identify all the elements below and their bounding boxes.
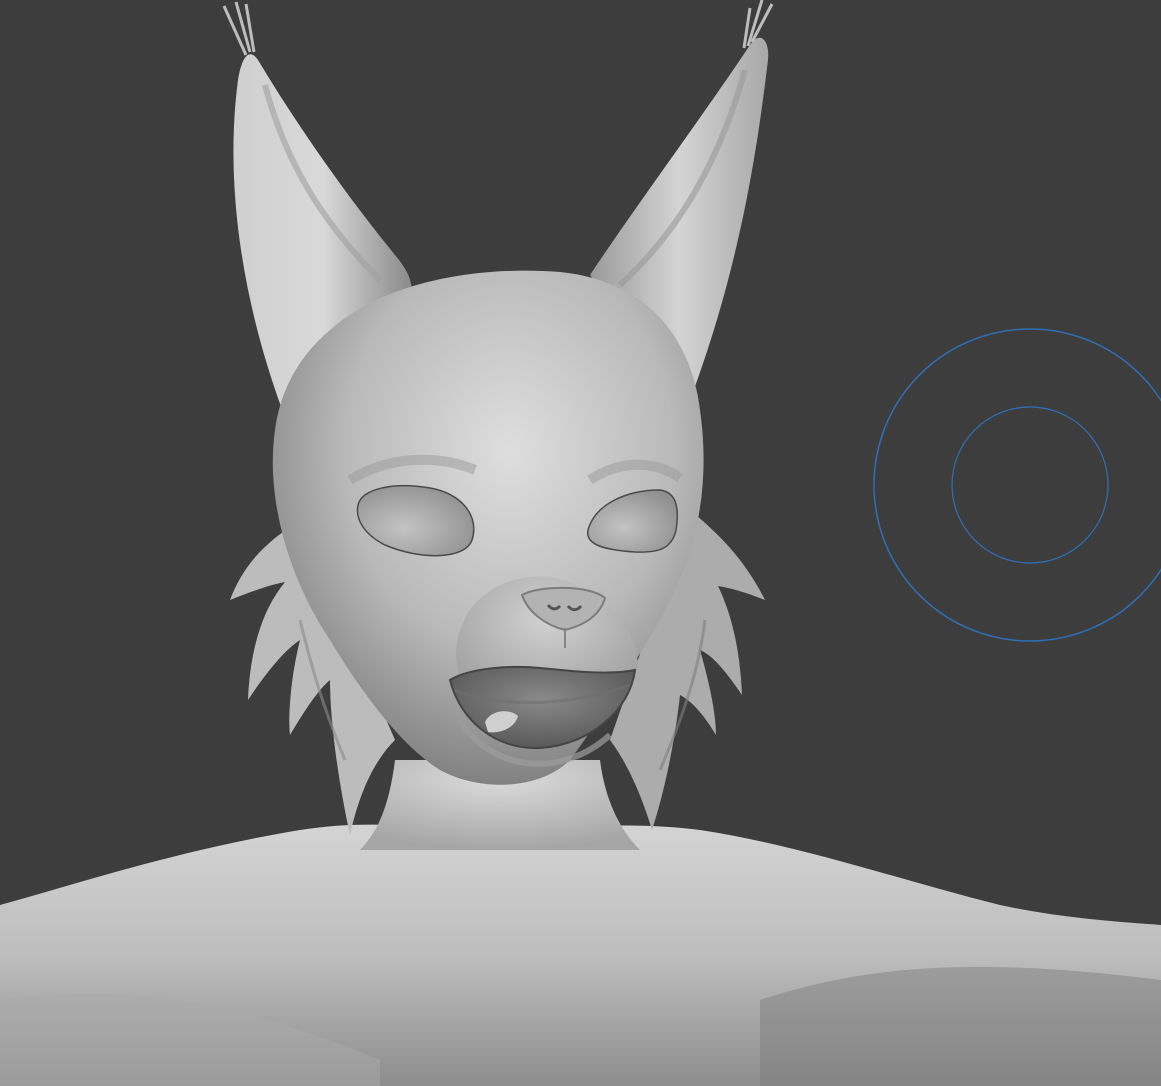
left-ear-tuft [222,1,256,56]
sculpt-viewport[interactable] [0,0,1161,1086]
sculpt-model[interactable] [0,0,1161,1086]
